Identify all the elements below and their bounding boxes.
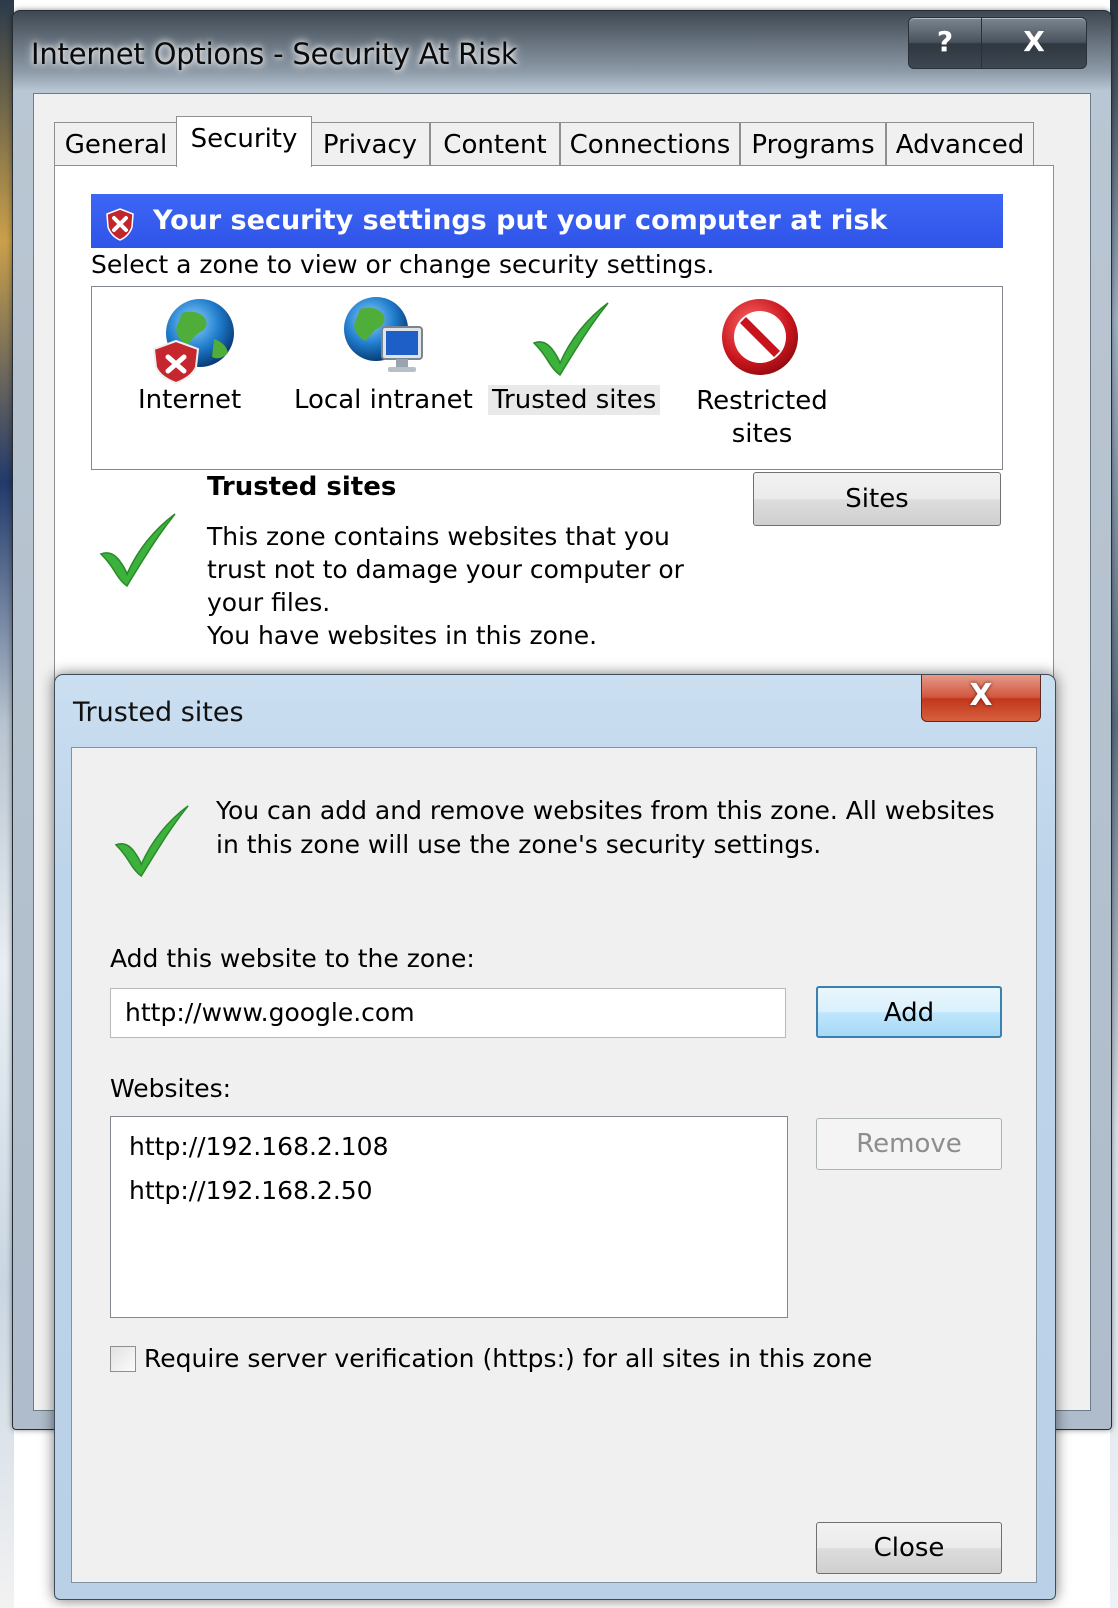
require-https-label: Require server verification (https:) for… bbox=[144, 1344, 873, 1373]
help-button[interactable]: ? bbox=[908, 17, 982, 69]
tab-content[interactable]: Content bbox=[430, 122, 560, 166]
prohibited-icon bbox=[718, 295, 802, 386]
websites-label: Websites: bbox=[110, 1074, 232, 1103]
window-title: Internet Options - Security At Risk bbox=[31, 37, 518, 71]
add-website-label: Add this website to the zone: bbox=[110, 944, 475, 973]
selected-zone-checkmark-icon bbox=[97, 508, 181, 592]
dialog-client-area: You can add and remove websites from thi… bbox=[71, 747, 1037, 1583]
window-close-button[interactable]: X bbox=[982, 17, 1087, 69]
website-list-item[interactable]: http://192.168.2.108 bbox=[111, 1125, 787, 1169]
selected-zone-description: This zone contains websites that you tru… bbox=[207, 520, 727, 652]
dialog-checkmark-icon bbox=[112, 800, 194, 882]
website-url-input[interactable]: http://www.google.com bbox=[110, 988, 786, 1038]
websites-listbox[interactable]: http://192.168.2.108 http://192.168.2.50 bbox=[110, 1116, 788, 1318]
zone-list: Internet Local intranet Trusted sites Re… bbox=[91, 286, 1003, 470]
dialog-message: You can add and remove websites from thi… bbox=[216, 796, 995, 859]
zone-local-intranet-label: Local intranet bbox=[294, 385, 473, 415]
tab-connections[interactable]: Connections bbox=[560, 122, 740, 166]
globe-shield-icon bbox=[148, 295, 238, 392]
zone-restricted-sites-label: Restricted sites bbox=[696, 385, 828, 451]
zone-prompt: Select a zone to view or change security… bbox=[91, 250, 715, 279]
dialog-title: Trusted sites bbox=[73, 697, 244, 728]
require-https-checkbox[interactable] bbox=[110, 1345, 136, 1372]
require-https-row: Require server verification (https:) for… bbox=[110, 1344, 872, 1373]
tab-general[interactable]: General bbox=[54, 122, 178, 166]
selected-zone-title: Trusted sites bbox=[207, 472, 397, 502]
website-list-item[interactable]: http://192.168.2.50 bbox=[111, 1169, 787, 1213]
zone-restricted-sites-text: Restricted sites bbox=[696, 386, 828, 449]
zone-trusted-sites-label: Trusted sites bbox=[488, 385, 661, 415]
checkmark-icon bbox=[530, 297, 614, 384]
risk-banner[interactable]: Your security settings put your computer… bbox=[91, 194, 1003, 248]
trusted-sites-dialog: Trusted sites X You can add and remove w… bbox=[54, 674, 1056, 1600]
globe-computer-icon bbox=[338, 293, 428, 390]
selected-zone-desc-text: This zone contains websites that you tru… bbox=[207, 522, 684, 617]
selected-zone-status: You have websites in this zone. bbox=[207, 621, 598, 650]
risk-banner-text: Your security settings put your computer… bbox=[153, 205, 888, 236]
zone-internet-label: Internet bbox=[138, 385, 242, 415]
tab-privacy[interactable]: Privacy bbox=[310, 122, 430, 166]
remove-button[interactable]: Remove bbox=[816, 1118, 1002, 1170]
caption-buttons: ? X bbox=[908, 17, 1087, 69]
tab-advanced[interactable]: Advanced bbox=[886, 122, 1034, 166]
close-button[interactable]: Close bbox=[816, 1522, 1002, 1574]
tab-programs[interactable]: Programs bbox=[740, 122, 886, 166]
sites-button[interactable]: Sites bbox=[753, 472, 1001, 526]
dialog-close-x-button[interactable]: X bbox=[921, 675, 1041, 722]
add-button[interactable]: Add bbox=[816, 986, 1002, 1038]
tab-security[interactable]: Security bbox=[176, 116, 312, 167]
